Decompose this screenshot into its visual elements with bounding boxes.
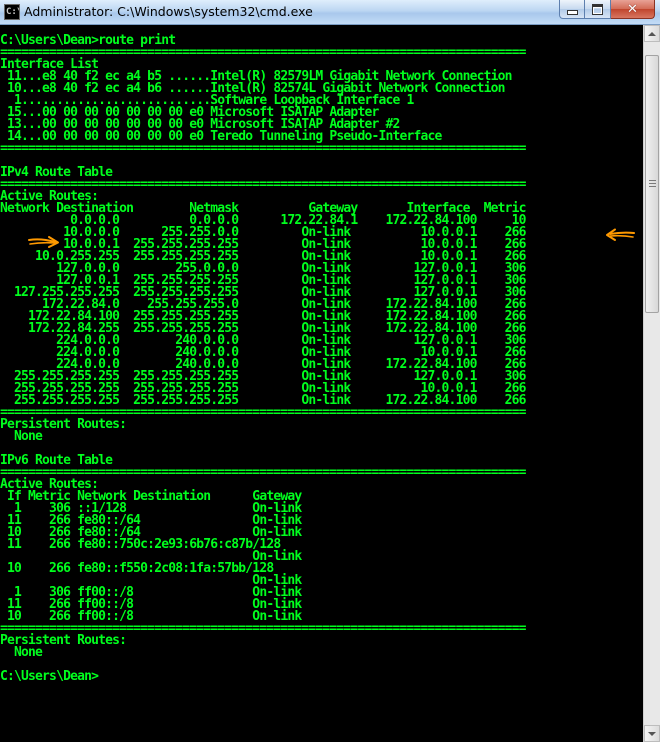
console-line: Persistent Routes: [0, 417, 127, 432]
right-pointing-arrow-icon [28, 236, 59, 248]
left-pointing-arrow-icon [606, 228, 635, 241]
console-line: C:\Users\Dean> [0, 669, 99, 684]
console-text: C:\Users\Dean>route print ===============… [0, 34, 526, 684]
close-icon: ✕ [627, 1, 638, 17]
minimize-icon [566, 10, 578, 15]
grip-line [649, 186, 656, 187]
grip-line [649, 180, 656, 181]
title-bar[interactable]: C:\ Administrator: C:\Windows\system32\c… [0, 0, 660, 25]
caption-buttons: ✕ [559, 0, 655, 20]
console-line: Persistent Routes: [0, 633, 127, 648]
maximize-icon [592, 3, 603, 15]
scrollbar-thumb[interactable] [645, 55, 659, 313]
console-output[interactable]: C:\Users\Dean>route print ===============… [0, 25, 643, 742]
scroll-up-arrow-icon [648, 31, 656, 36]
maximize-button[interactable] [585, 0, 611, 19]
scroll-down-arrow-icon [648, 731, 656, 736]
console-icon[interactable]: C:\ [4, 4, 20, 20]
scroll-up-button[interactable] [644, 25, 660, 42]
console-line: ========================================… [0, 141, 526, 156]
vertical-scrollbar[interactable] [643, 25, 660, 742]
minimize-button[interactable] [559, 0, 585, 19]
window-title: Administrator: C:\Windows\system32\cmd.e… [24, 4, 313, 19]
scroll-down-button[interactable] [644, 725, 660, 742]
grip-line [649, 183, 656, 184]
cmd-window: C:\ Administrator: C:\Windows\system32\c… [0, 0, 660, 742]
console-line: None [0, 429, 43, 444]
close-button[interactable]: ✕ [611, 0, 655, 19]
console-line: None [0, 645, 43, 660]
